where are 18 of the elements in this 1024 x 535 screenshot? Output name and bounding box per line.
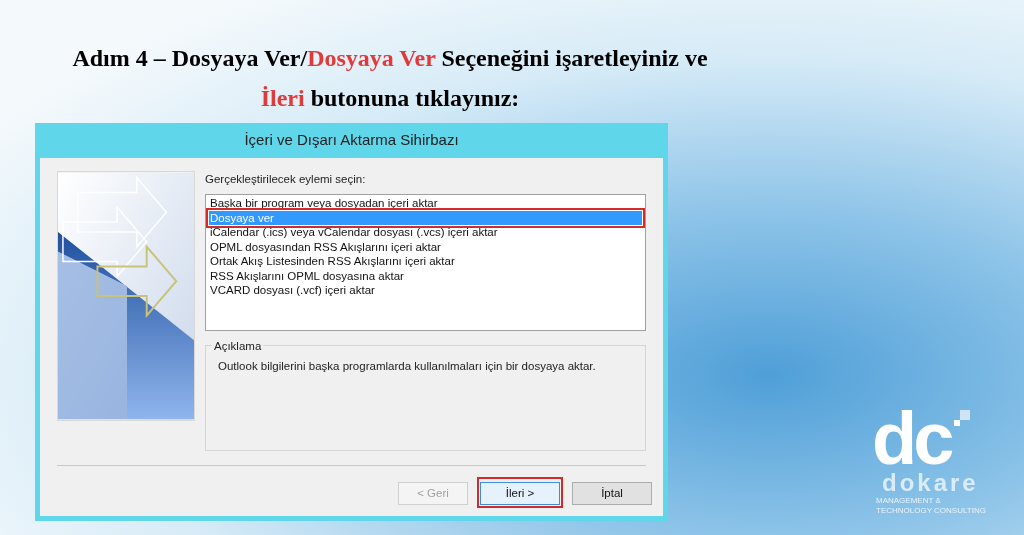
prompt-label: Gerçekleştirilecek eylemi seçin: (205, 172, 367, 187)
action-item[interactable]: iCalendar (.ics) veya vCalendar dosyası (.vcs) içeri aktar (209, 225, 642, 240)
heading-line: İleri butonuna tıklayınız: (259, 84, 521, 113)
logo-name: dokare (882, 470, 979, 496)
logo-tagline: TECHNOLOGY CONSULTING (876, 506, 986, 516)
logo-tagline: MANAGEMENT & (876, 496, 941, 506)
wizard-button[interactable]: İptal (572, 482, 652, 506)
logo-mark: dc (872, 408, 951, 470)
squares-icon (952, 410, 971, 428)
action-item[interactable]: Ortak Akış Listesinden RSS Akışlarını içeri aktar (209, 254, 642, 269)
action-item[interactable]: VCARD dosyası (.vcf) içeri aktar (209, 283, 642, 298)
window-title: İçeri ve Dışarı Aktarma Sihirbazı (243, 130, 460, 151)
wizard-button[interactable]: İleri > (480, 482, 560, 506)
action-item[interactable]: RSS Akışlarını OPML dosyasına aktar (209, 268, 642, 284)
action-item[interactable]: OPML dosyasından RSS Akışlarını içeri aktar (209, 239, 642, 255)
heading-line: Adım 4 – Dosyaya Ver/Dosyaya Ver Seçeneğini işaretleyiniz ve (71, 44, 709, 73)
description-text: Outlook bilgilerini başka programlarda kullanılmaları için bir dosyaya aktar. (218, 359, 597, 375)
action-item[interactable]: Başka bir program veya dosyadan içeri aktar (209, 196, 642, 211)
